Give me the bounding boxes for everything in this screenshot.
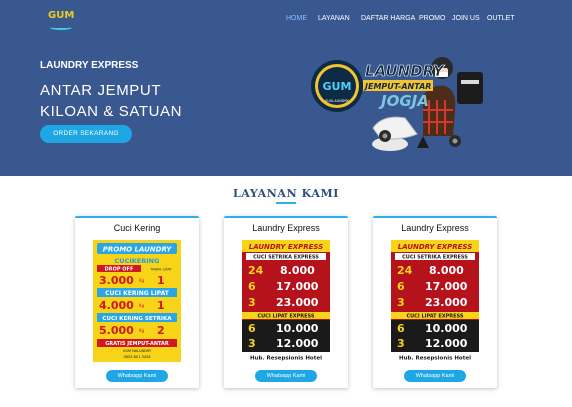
nav-item-layanan[interactable]: LAYANAN xyxy=(318,15,350,22)
flyer-row2-hours: 6 xyxy=(397,280,405,293)
flyer-row3-price: 23.000 xyxy=(276,296,319,309)
flyer-row2-hours: 6 xyxy=(248,280,256,293)
flyer-row2-price: 4.000 xyxy=(99,299,134,312)
flyer-banner: CUCI SETRIKA EXPRESS xyxy=(253,255,319,261)
service-card-laundry-express: Laundry Express LAUNDRY EXPRESS CUCI SET… xyxy=(224,216,348,388)
order-now-button[interactable]: ORDER SEKARANG xyxy=(40,125,132,143)
flyer-banner2: CUCI LIPAT EXPRESS xyxy=(406,314,463,320)
flyer-row1-unit: Kg xyxy=(139,278,145,283)
express-flyer: LAUNDRY EXPRESS CUCI SETRIKA EXPRESS 24 … xyxy=(242,240,330,362)
service-card-laundry-express-2: Laundry Express LAUNDRY EXPRESS CUCI SET… xyxy=(373,216,497,388)
hero-section: GUM HOME LAYANAN DAFTAR HARGA PROMO JOIN… xyxy=(0,0,572,176)
flyer-footer: Hub. Resepsionis Hotel xyxy=(399,356,471,362)
flyer-row3-hours: 3 xyxy=(397,296,405,309)
section-title: LAYANAN KAMI xyxy=(232,187,340,200)
service-card-cuci-kering: Cuci Kering PROMO LAUNDRY CUCIKERING DRO… xyxy=(75,216,199,388)
flyer-row3-min: 2 xyxy=(157,324,165,337)
flyer-row4-price: 10.000 xyxy=(276,322,319,335)
nav-item-home[interactable]: HOME xyxy=(286,15,307,22)
flyer-row5-price: 12.000 xyxy=(276,337,319,350)
delivery-illustration: GUM SUSLAUNDRY LAUNDRY JEMPUT-ANTAR JOGJ… xyxy=(311,57,483,151)
gum-badge: GUM SUSLAUNDRY xyxy=(311,60,363,112)
flyer-header: LAUNDRY EXPRESS xyxy=(398,243,472,251)
card-title: Laundry Express xyxy=(401,223,469,233)
illustration-line3: JOGJA xyxy=(378,92,429,110)
flyer-row3-price: 5.000 xyxy=(99,324,134,337)
flyer-banner2: CUCI LIPAT EXPRESS xyxy=(257,314,314,320)
flyer-header: PROMO LAUNDRY xyxy=(103,246,172,254)
flyer-row5-hours: 3 xyxy=(248,337,256,350)
hero-subtitle: LAUNDRY EXPRESS xyxy=(40,60,139,71)
flyer-row1-min: 1 xyxy=(157,274,165,287)
flyer-header: LAUNDRY EXPRESS xyxy=(249,243,323,251)
card-title: Laundry Express xyxy=(252,223,320,233)
flyer-footer: Hub. Resepsionis Hotel xyxy=(250,356,322,362)
flyer-row1-sub: DROP OFF xyxy=(105,267,134,273)
express-flyer: LAUNDRY EXPRESS CUCI SETRIKA EXPRESS 24 … xyxy=(391,240,479,362)
flyer-row2-min: 1 xyxy=(157,299,165,312)
flyer-row4-price: 10.000 xyxy=(425,322,468,335)
flyer-row1-price: 8.000 xyxy=(280,264,315,277)
flyer-row3-unit: Kg xyxy=(139,328,145,333)
flyer-row2-label: CUCI KERING LIPAT xyxy=(105,290,170,297)
nav-item-daftar-harga[interactable]: DAFTAR HARGA xyxy=(361,15,415,22)
whatsapp-button[interactable]: Whatsapp Kami xyxy=(106,370,168,382)
flyer-row3-price: 23.000 xyxy=(425,296,468,309)
nav-item-promo[interactable]: PROMO xyxy=(419,15,445,22)
flyer-row2-price: 17.000 xyxy=(425,280,468,293)
flyer-row5-price: 12.000 xyxy=(425,337,468,350)
flyer-row1-price: 8.000 xyxy=(429,264,464,277)
flyer-footer: GRATIS JEMPUT-ANTAR xyxy=(105,341,169,347)
badge-subtext: SUSLAUNDRY xyxy=(325,99,350,103)
flyer-row2-unit: Kg xyxy=(139,303,145,308)
whatsapp-button[interactable]: Whatsapp Kami xyxy=(255,370,317,382)
flyer-row1-hours: 24 xyxy=(397,264,413,277)
section-underline xyxy=(276,202,296,204)
main-nav: HOME LAYANAN DAFTAR HARGA PROMO JOIN US … xyxy=(0,15,572,27)
flyer-row3-label: CUCI KERING SETRIKA xyxy=(102,316,172,322)
flyer-row5-hours: 3 xyxy=(397,337,405,350)
flyer-banner: CUCI SETRIKA EXPRESS xyxy=(402,255,468,261)
flyer-row1-label: CUCIKERING xyxy=(115,257,160,265)
flyer-row2-price: 17.000 xyxy=(276,280,319,293)
flyer-row4-hours: 6 xyxy=(397,322,405,335)
nav-item-outlet[interactable]: OUTLET xyxy=(487,15,515,22)
promo-flyer: PROMO LAUNDRY CUCIKERING DROP OFF TANPA … xyxy=(93,240,181,362)
badge-text: GUM xyxy=(323,80,352,93)
flyer-row1-note: TANPA LIPAT xyxy=(149,268,172,272)
illustration-line1: LAUNDRY xyxy=(365,62,446,80)
flyer-row1-hours: 24 xyxy=(248,264,264,277)
flyer-row4-hours: 6 xyxy=(248,322,256,335)
flyer-phone: 0853-801-3426 xyxy=(123,355,150,359)
flyer-row3-hours: 3 xyxy=(248,296,256,309)
hero-title: ANTAR JEMPUT KILOAN & SATUAN xyxy=(40,82,183,120)
flyer-footer2: GUM NALUNDRY xyxy=(123,349,152,353)
whatsapp-button[interactable]: Whatsapp Kami xyxy=(404,370,466,382)
card-title: Cuci Kering xyxy=(113,223,161,233)
flyer-row1-price: 3.000 xyxy=(99,274,134,287)
illustration-line2: JEMPUT-ANTAR xyxy=(363,82,431,91)
nav-item-join-us[interactable]: JOIN US xyxy=(452,15,480,22)
